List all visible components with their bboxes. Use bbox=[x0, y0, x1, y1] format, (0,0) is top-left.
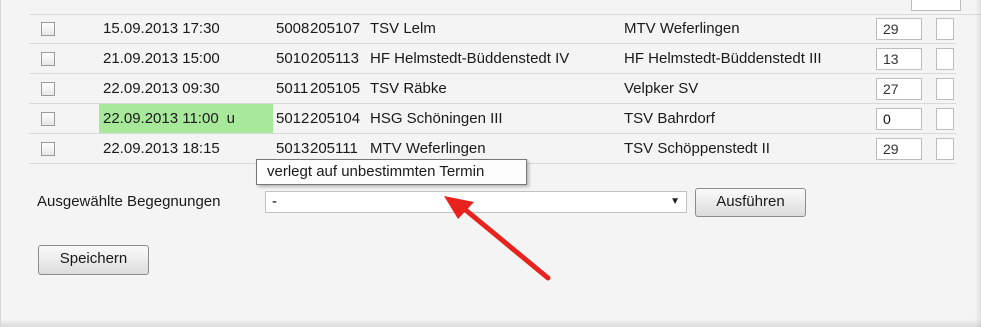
red-arrow-icon bbox=[444, 196, 551, 281]
